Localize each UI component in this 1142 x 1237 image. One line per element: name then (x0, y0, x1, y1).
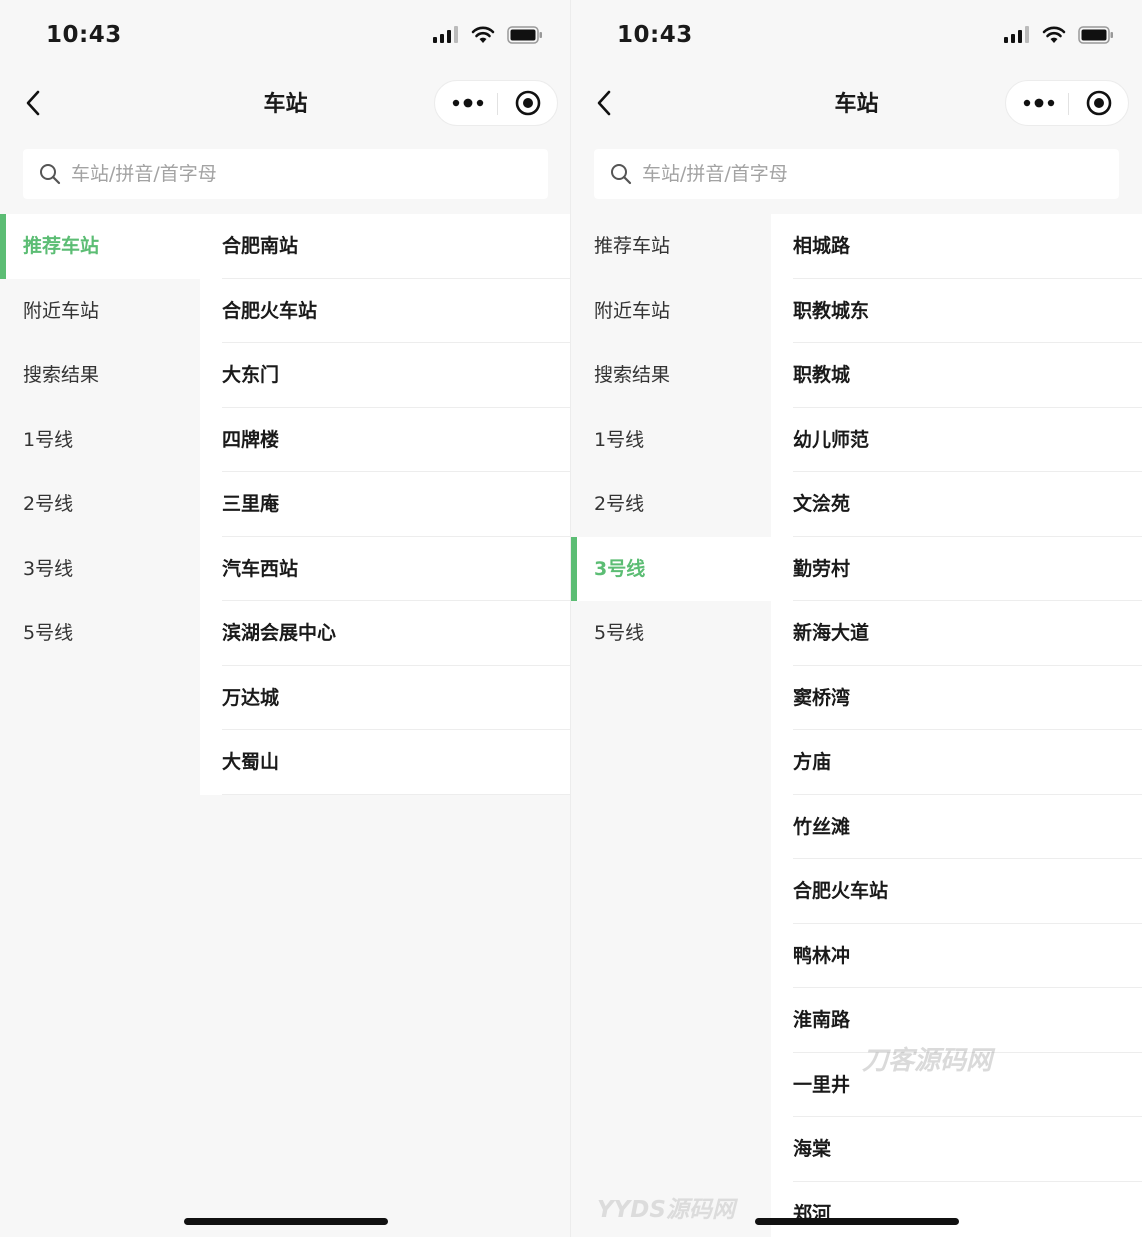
station-item[interactable]: 合肥火车站 (771, 859, 1142, 924)
station-item[interactable]: 鸭林冲 (771, 924, 1142, 989)
more-dots-icon[interactable] (447, 89, 489, 117)
station-item[interactable]: 四牌楼 (200, 408, 571, 473)
nav-bar: 车站 (571, 72, 1142, 134)
menu-item-search-results[interactable]: 搜索结果 (0, 343, 200, 408)
menu-item-recommended[interactable]: 推荐车站 (0, 214, 200, 279)
station-item[interactable]: 汽车西站 (200, 537, 571, 602)
menu-item-nearby[interactable]: 附近车站 (571, 279, 771, 344)
search-icon (611, 164, 632, 185)
search-box[interactable] (594, 149, 1119, 199)
station-list: 合肥南站 合肥火车站 大东门 四牌楼 三里庵 汽车西站 滨湖会展中心 万达城 大… (200, 214, 571, 795)
wifi-icon (1042, 26, 1066, 43)
station-item[interactable]: 合肥南站 (200, 214, 571, 279)
menu-item-search-results[interactable]: 搜索结果 (571, 343, 771, 408)
battery-icon (1078, 26, 1113, 44)
status-bar: 10:43 (571, 0, 1142, 70)
station-item[interactable]: 幼儿师范 (771, 408, 1142, 473)
station-item[interactable]: 窦桥湾 (771, 666, 1142, 731)
line-menu: 推荐车站 附近车站 搜索结果 1号线 2号线 3号线 5号线 (571, 214, 771, 666)
station-item[interactable]: 合肥火车站 (200, 279, 571, 344)
station-item[interactable]: 海棠 (771, 1117, 1142, 1182)
capsule-divider (497, 93, 498, 115)
station-item[interactable]: 新海大道 (771, 601, 1142, 666)
station-item[interactable]: 文浍苑 (771, 472, 1142, 537)
line-menu: 推荐车站 附近车站 搜索结果 1号线 2号线 3号线 5号线 (0, 214, 200, 666)
status-bar: 10:43 (0, 0, 571, 70)
target-close-icon[interactable] (513, 88, 543, 118)
search-icon (40, 164, 61, 185)
station-item[interactable]: 大东门 (200, 343, 571, 408)
target-close-icon[interactable] (1084, 88, 1114, 118)
station-item[interactable]: 郑河 (771, 1182, 1142, 1237)
home-indicator[interactable] (755, 1218, 959, 1225)
station-item[interactable]: 职教城 (771, 343, 1142, 408)
status-time: 10:43 (617, 22, 693, 48)
nav-bar: 车站 (0, 72, 571, 134)
menu-item-recommended[interactable]: 推荐车站 (571, 214, 771, 279)
station-item[interactable]: 淮南路 (771, 988, 1142, 1053)
search-input[interactable] (640, 162, 1084, 186)
home-indicator[interactable] (184, 1218, 388, 1225)
mini-program-capsule (434, 80, 558, 126)
status-icons (433, 26, 543, 44)
station-item[interactable]: 滨湖会展中心 (200, 601, 571, 666)
station-item[interactable]: 竹丝滩 (771, 795, 1142, 860)
menu-item-nearby[interactable]: 附近车站 (0, 279, 200, 344)
station-item[interactable]: 万达城 (200, 666, 571, 731)
more-dots-icon[interactable] (1018, 89, 1060, 117)
capsule-divider (1068, 93, 1069, 115)
cellular-icon (1004, 26, 1029, 43)
status-time: 10:43 (46, 22, 122, 48)
station-list: 相城路 职教城东 职教城 幼儿师范 文浍苑 勤劳村 新海大道 窦桥湾 方庙 竹丝… (771, 214, 1142, 1237)
cellular-icon (433, 26, 458, 43)
menu-item-line-5[interactable]: 5号线 (571, 601, 771, 666)
menu-item-line-1[interactable]: 1号线 (571, 408, 771, 473)
menu-item-line-3[interactable]: 3号线 (571, 536, 771, 601)
wifi-icon (471, 26, 495, 43)
station-item[interactable]: 大蜀山 (200, 730, 571, 795)
menu-item-line-3[interactable]: 3号线 (0, 537, 200, 602)
station-item[interactable]: 三里庵 (200, 472, 571, 537)
screen-divider (570, 0, 571, 1237)
search-input[interactable] (69, 162, 513, 186)
search-box[interactable] (23, 149, 548, 199)
mini-program-capsule (1005, 80, 1129, 126)
battery-icon (507, 26, 542, 44)
back-chevron-icon[interactable] (593, 86, 619, 120)
station-item[interactable]: 勤劳村 (771, 537, 1142, 602)
menu-item-line-2[interactable]: 2号线 (571, 472, 771, 537)
menu-item-line-5[interactable]: 5号线 (0, 601, 200, 666)
station-item[interactable]: 职教城东 (771, 279, 1142, 344)
menu-item-line-1[interactable]: 1号线 (0, 408, 200, 473)
left-screen: 10:43 车站 车站/拼音/首字母 推荐车站 附近车站 搜索结果 1号线 2号… (0, 0, 571, 1237)
status-icons (1004, 26, 1114, 44)
right-screen: 10:43 车站 车站/拼音/首字母 推荐车站 附近车站 搜索结果 1号线 2号… (571, 0, 1142, 1237)
menu-item-line-2[interactable]: 2号线 (0, 472, 200, 537)
station-item[interactable]: 一里井 (771, 1053, 1142, 1118)
station-item[interactable]: 相城路 (771, 214, 1142, 279)
back-chevron-icon[interactable] (22, 86, 48, 120)
station-item[interactable]: 方庙 (771, 730, 1142, 795)
